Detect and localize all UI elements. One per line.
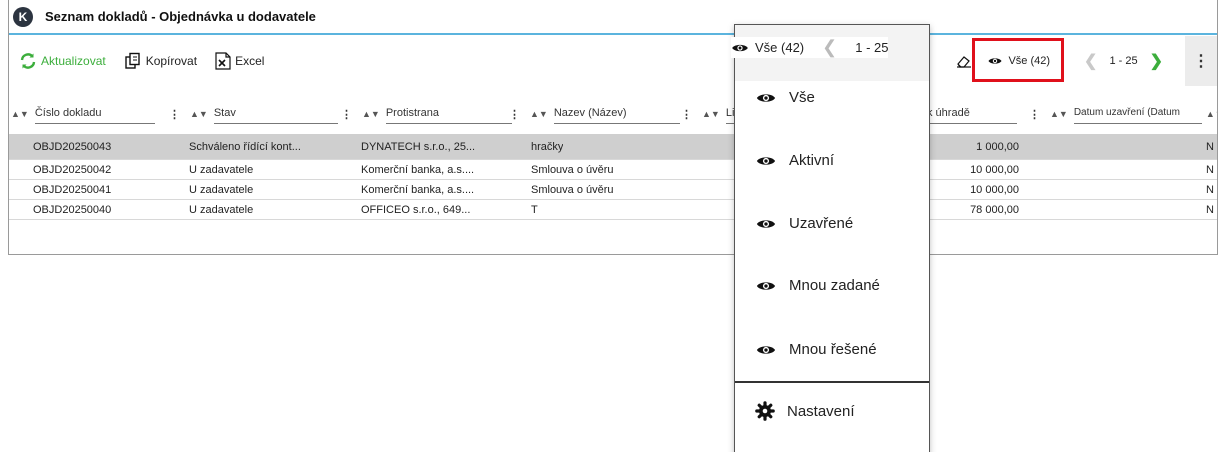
dropdown-divider [735,381,929,383]
k-logo-icon: K [13,6,33,27]
kebab-icon[interactable]: ⋮ [1029,108,1040,121]
excel-icon [215,52,231,70]
column-header[interactable]: ⋮ ▲▼ Datum uzavření (Datum ▲▼ S [1029,96,1217,132]
chevron-left-icon[interactable]: ❮ [822,37,837,58]
sort-icon: ▲▼ [362,109,380,119]
pager: ❮ 1 - 25 ❯ [1078,51,1169,71]
menu-item-active[interactable]: Aktivní [755,152,834,169]
document-list-window: K Seznam dokladů - Objednávka u dodavate… [8,0,1218,255]
table-row[interactable]: OBJD20250042 U zadavatele Komerční banka… [9,160,1217,180]
kebab-icon[interactable]: ⋮ [169,108,180,121]
more-menu-button[interactable]: ⋮ [1185,36,1217,86]
refresh-label: Aktualizovat [41,54,106,68]
table-row[interactable]: OBJD20250041 U zadavatele Komerční banka… [9,180,1217,200]
column-header[interactable]: ⋮ ▲▼ Nazev (Název) [509,96,680,132]
menu-item-closed[interactable]: Uzavřené [755,215,853,232]
sort-icon: ▲▼ [1050,109,1068,119]
toolbar-right: Vše (42) ❮ 1 - 25 ❯ ⋮ [956,36,1217,86]
copy-label: Kopírovat [145,54,198,68]
sort-icon: ▲▼ [11,109,29,119]
column-header[interactable]: ▲▼ Číslo dokladu [11,96,155,132]
menu-item-solved-by-me[interactable]: Mnou řešené [755,341,877,358]
column-header[interactable]: k úhradě [927,96,1017,132]
table-body: OBJD20250043 Schváleno řídící kont... DY… [9,134,1217,220]
dropdown-header-selector[interactable]: Vše (42) ❮ 1 - 25 [731,37,889,58]
menu-item-assigned-by-me[interactable]: Mnou zadané [755,277,880,294]
excel-button[interactable]: Excel [215,52,264,70]
table-row[interactable]: OBJD20250040 U zadavatele OFFICEO s.r.o.… [9,200,1217,220]
kebab-icon[interactable]: ⋮ [341,108,352,121]
toolbar: Aktualizovat Kopírovat Excel Vše (42) ❮ … [9,36,1217,86]
pager-range: 1 - 25 [1109,55,1138,67]
refresh-icon [19,52,37,70]
kebab-icon: ⋮ [1193,53,1209,70]
view-selector-label: Vše (42) [1008,55,1051,67]
menu-item-settings[interactable]: Nastavení [755,401,855,421]
eye-icon [755,154,777,168]
sort-icon: ▲▼ [530,109,548,119]
view-filter-dropdown: Vše (42) ❮ 1 - 25 Vše Aktivní Uzavřené M… [731,24,930,452]
eye-icon [731,42,749,54]
table-row[interactable]: OBJD20250043 Schváleno řídící kont... DY… [9,134,1217,160]
sort-icon: ▲▼ [1205,109,1217,119]
excel-label: Excel [235,54,265,68]
eye-icon [755,217,777,231]
eye-icon [755,279,777,293]
chevron-right-icon[interactable]: ❯ [1144,51,1169,71]
sort-icon: ▲▼ [702,109,720,119]
eye-icon [755,343,777,357]
refresh-button[interactable]: Aktualizovat [19,52,106,70]
eraser-icon[interactable] [956,54,972,68]
column-header[interactable]: ⋮ ▲▼ Stav [169,96,338,132]
copy-button[interactable]: Kopírovat [124,52,197,70]
eye-icon [755,91,777,105]
kebab-icon[interactable]: ⋮ [509,108,520,121]
sort-icon: ▲▼ [190,109,208,119]
title-bar: K Seznam dokladů - Objednávka u dodavate… [9,0,1217,35]
kebab-icon[interactable]: ⋮ [681,108,692,121]
menu-item-all[interactable]: Vše [755,89,815,106]
gear-icon [755,401,775,421]
view-selector[interactable]: Vše (42) [972,38,1065,82]
copy-icon [124,52,142,70]
table-header: ▲▼ Číslo dokladu ⋮ ▲▼ Stav ⋮ ▲▼ Protistr… [9,96,1217,132]
eye-icon [988,56,1002,66]
page-title: Seznam dokladů - Objednávka u dodavatele [45,9,316,24]
chevron-left-icon[interactable]: ❮ [1078,51,1103,71]
column-header[interactable]: ⋮ ▲▼ Protistrana [341,96,512,132]
